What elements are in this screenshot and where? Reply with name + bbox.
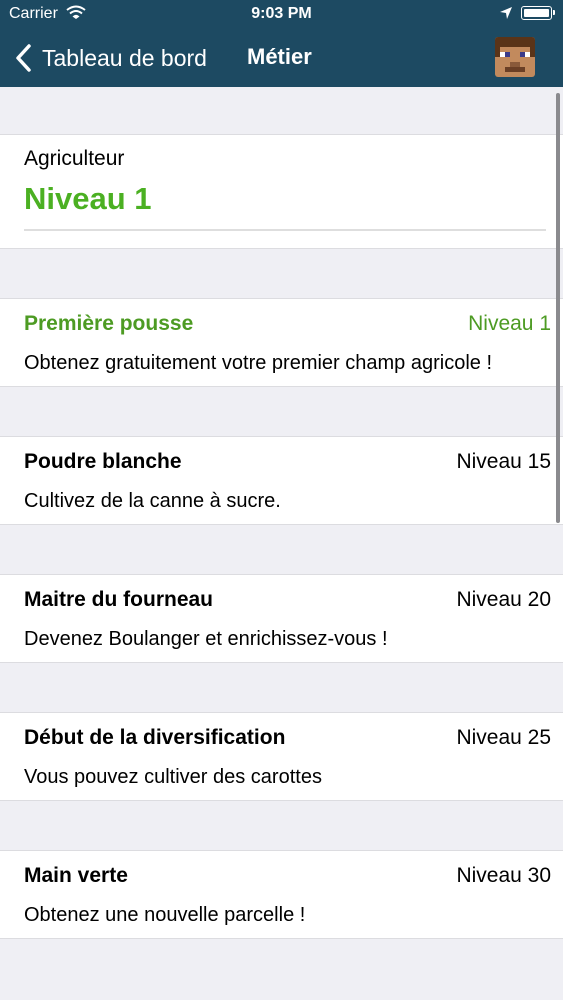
unlock-description: Devenez Boulanger et enrichissez-vous ! <box>24 628 388 650</box>
unlock-description: Obtenez une nouvelle parcelle ! <box>24 904 306 926</box>
back-button-label: Tableau de bord <box>42 44 207 71</box>
avatar[interactable] <box>495 37 535 77</box>
unlock-row-5[interactable]: Main verte Niveau 30 Obtenez une nouvell… <box>0 850 563 939</box>
unlock-level: Niveau 15 <box>456 450 551 473</box>
unlock-level: Niveau 20 <box>456 588 551 611</box>
unlock-description: Cultivez de la canne à sucre. <box>24 490 281 512</box>
status-bar: Carrier 9:03 PM <box>0 0 563 30</box>
unlock-level: Niveau 30 <box>456 864 551 887</box>
job-detail-list[interactable]: Agriculteur Niveau 1 Première pousse Niv… <box>0 87 563 1000</box>
unlock-row-4[interactable]: Début de la diversification Niveau 25 Vo… <box>0 712 563 801</box>
back-button[interactable]: Tableau de bord <box>14 40 207 76</box>
unlock-title: Poudre blanche <box>24 450 182 473</box>
unlock-row-3[interactable]: Maitre du fourneau Niveau 20 Devenez Bou… <box>0 574 563 663</box>
scrollbar[interactable] <box>556 93 560 523</box>
location-arrow-icon <box>500 7 512 19</box>
job-name: Agriculteur <box>24 147 125 170</box>
chevron-left-icon <box>16 44 31 72</box>
navigation-bar: Carrier 9:03 PM Tableau de bord Métier <box>0 0 563 87</box>
unlock-row-1[interactable]: Première pousse Niveau 1 Obtenez gratuit… <box>0 298 563 387</box>
unlock-title: Main verte <box>24 864 128 887</box>
unlock-description: Obtenez gratuitement votre premier champ… <box>24 352 492 374</box>
page-title: Métier <box>247 44 312 69</box>
job-summary-card: Agriculteur Niveau 1 <box>0 134 563 249</box>
unlock-title: Première pousse <box>24 312 194 335</box>
unlock-description: Vous pouvez cultiver des carottes <box>24 766 322 788</box>
unlock-level: Niveau 1 <box>468 312 551 335</box>
unlock-title: Début de la diversification <box>24 726 286 749</box>
unlock-row-2[interactable]: Poudre blanche Niveau 15 Cultivez de la … <box>0 436 563 525</box>
unlock-level: Niveau 25 <box>456 726 551 749</box>
battery-icon <box>521 6 555 20</box>
status-time: 9:03 PM <box>251 5 312 22</box>
level-progress-bar <box>24 229 546 231</box>
unlock-title: Maitre du fourneau <box>24 588 214 611</box>
job-level: Niveau 1 <box>24 181 152 216</box>
